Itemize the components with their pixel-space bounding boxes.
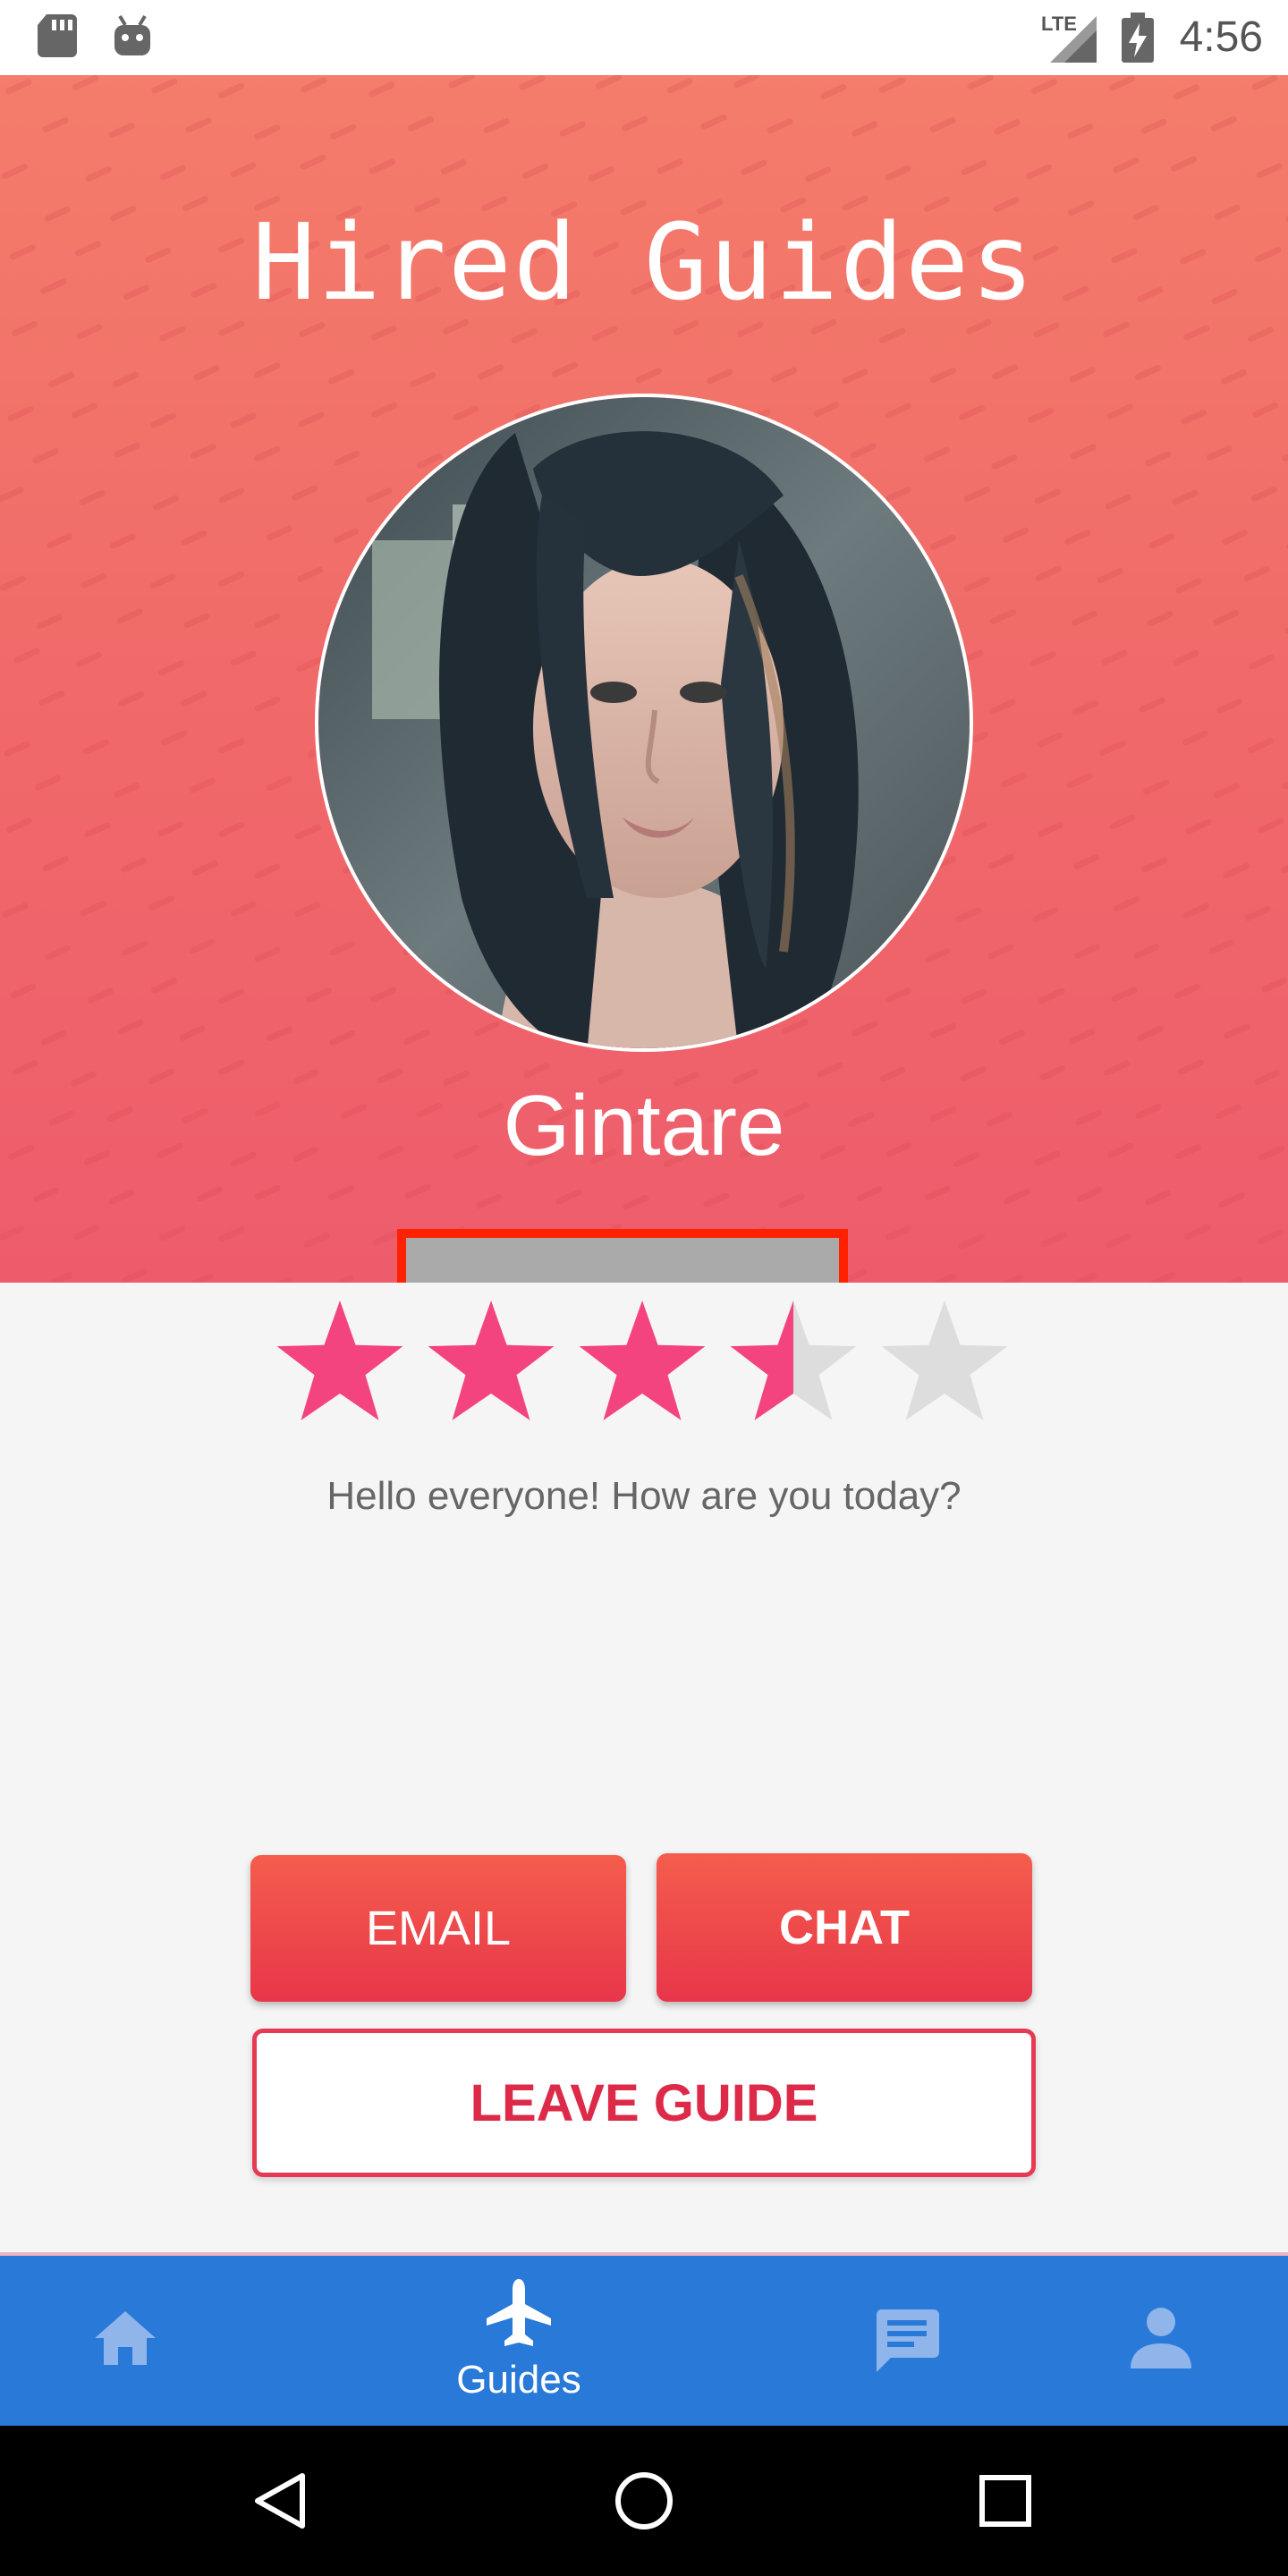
sd-card-icon <box>38 14 77 57</box>
home-icon <box>95 2311 156 2365</box>
rating-stars <box>276 1301 1008 1420</box>
avatar-image <box>318 397 970 1048</box>
system-navigation <box>0 2426 1288 2576</box>
redacted-field <box>397 1229 848 1283</box>
person-icon <box>1131 2308 1191 2368</box>
airplane-icon <box>487 2279 551 2346</box>
guide-name: Gintare <box>503 1078 785 1174</box>
chat-button[interactable]: CHAT <box>657 1853 1032 2002</box>
rating-star <box>276 1301 403 1420</box>
nav-profile[interactable] <box>1098 2256 1224 2426</box>
nav-home[interactable] <box>63 2256 188 2426</box>
android-debug-icon <box>114 14 150 55</box>
nav-chat[interactable] <box>843 2256 968 2426</box>
rating-star <box>428 1301 555 1420</box>
home-circle-icon[interactable] <box>614 2470 674 2531</box>
recents-icon[interactable] <box>979 2474 1032 2528</box>
status-bar: LTE 4:56 <box>0 0 1288 75</box>
nav-guides-label: Guides <box>456 2358 581 2402</box>
page-title: Hired Guides <box>251 200 1037 324</box>
rating-star <box>579 1301 706 1420</box>
battery-charging-icon <box>1122 13 1154 63</box>
rating-star <box>730 1301 857 1420</box>
leave-guide-button[interactable]: LEAVE GUIDE <box>252 2029 1036 2177</box>
bottom-navigation: Guides <box>0 2252 1288 2426</box>
profile-header: Hired Guides Gintare <box>0 75 1288 1283</box>
avatar[interactable] <box>315 394 973 1052</box>
rating-star <box>881 1301 1008 1420</box>
clock: 4:56 <box>1179 13 1263 61</box>
signal-icon <box>1050 16 1097 63</box>
chat-icon <box>876 2309 939 2372</box>
back-icon[interactable] <box>252 2472 309 2529</box>
nav-guides[interactable]: Guides <box>411 2256 626 2426</box>
email-button[interactable]: EMAIL <box>250 1855 626 2002</box>
guide-bio: Hello everyone! How are you today? <box>326 1474 962 1518</box>
